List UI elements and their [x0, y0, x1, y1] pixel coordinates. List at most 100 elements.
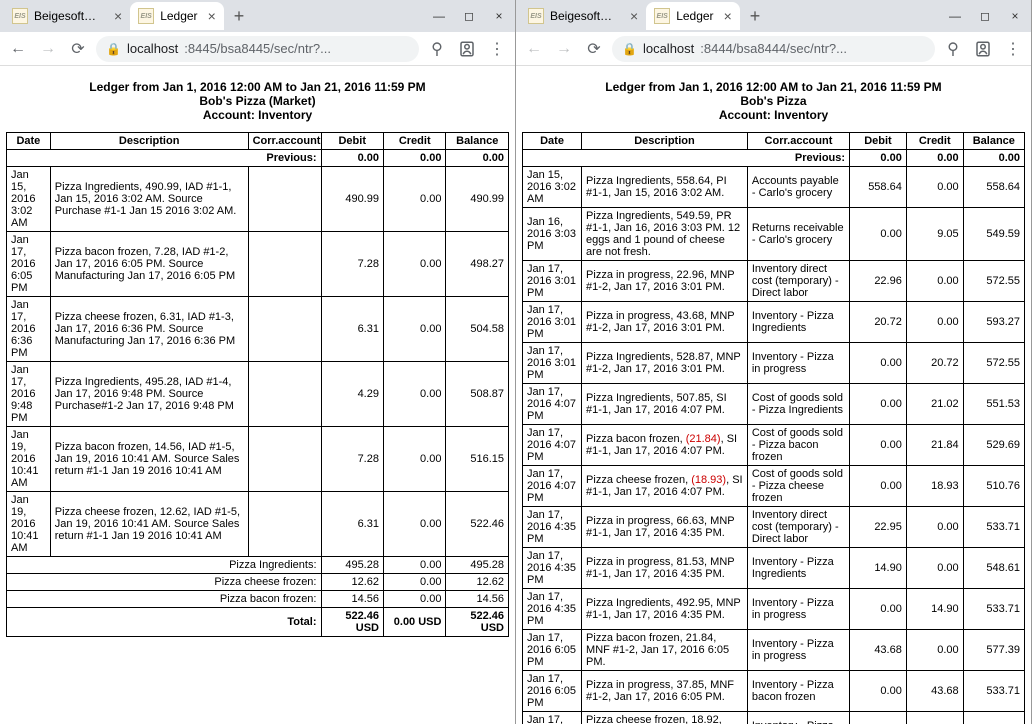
table-row: Jan 17, 2016 6:05 PMPizza bacon frozen, … — [7, 232, 509, 297]
previous-value: 0.00 — [963, 150, 1024, 167]
cell-credit: 43.68 — [906, 671, 963, 712]
close-button[interactable]: × — [1003, 6, 1027, 26]
cell-description: Pizza cheese frozen, 6.31, IAD #1-3, Jan… — [50, 297, 248, 362]
new-tab-button[interactable]: + — [234, 6, 245, 27]
profile-icon[interactable] — [971, 37, 995, 61]
cell-debit: 6.31 — [321, 297, 383, 362]
cell-description: Pizza Ingredients, 490.99, IAD #1-1, Jan… — [50, 167, 248, 232]
cell-description: Pizza bacon frozen, 21.84, MNF #1-2, Jan… — [582, 630, 748, 671]
minimize-button[interactable]: — — [427, 6, 451, 26]
subtotal-value: 495.28 — [446, 557, 509, 574]
table-row: Jan 17, 2016 4:35 PMPizza in progress, 8… — [523, 548, 1025, 589]
browser-tab[interactable]: EISBeigesoft™ Er× — [520, 2, 646, 30]
column-header: Balance — [446, 133, 509, 150]
address-bar[interactable]: 🔒localhost:8444/bsa8444/sec/ntr?... — [612, 36, 935, 62]
cell-description: Pizza in progress, 66.63, MNP #1-1, Jan … — [582, 507, 748, 548]
close-icon[interactable]: × — [724, 8, 732, 24]
maximize-button[interactable]: ◻ — [457, 6, 481, 26]
cell-corr-account — [248, 297, 321, 362]
subtotal-value: 0.00 — [383, 591, 445, 608]
cell-date: Jan 17, 2016 3:01 PM — [523, 343, 582, 384]
table-row: Jan 17, 2016 4:35 PMPizza Ingredients, 4… — [523, 589, 1025, 630]
cell-corr-account: Inventory direct cost (temporary) - Dire… — [747, 261, 849, 302]
subtotal-row: Pizza bacon frozen:14.560.0014.56 — [7, 591, 509, 608]
cell-credit: 21.02 — [906, 384, 963, 425]
cell-description: Pizza Ingredients, 492.95, MNP #1-1, Jan… — [582, 589, 748, 630]
reload-button[interactable]: ⟳ — [582, 37, 606, 61]
tab-label: Beigesoft™ Er — [34, 9, 104, 23]
close-button[interactable]: × — [487, 6, 511, 26]
cell-credit: 0.00 — [383, 492, 445, 557]
total-value: 522.46 USD — [321, 608, 383, 637]
cell-credit: 0.00 — [383, 427, 445, 492]
table-row: Jan 17, 2016 3:01 PMPizza Ingredients, 5… — [523, 343, 1025, 384]
cell-description: Pizza in progress, 37.85, MNF #1-2, Jan … — [582, 671, 748, 712]
column-header: Balance — [963, 133, 1024, 150]
close-icon[interactable]: × — [114, 8, 122, 24]
table-row: Jan 17, 2016 6:36 PMPizza cheese frozen,… — [7, 297, 509, 362]
cell-debit: 7.28 — [321, 232, 383, 297]
previous-value: 0.00 — [850, 150, 907, 167]
browser-tab[interactable]: EISLedger× — [646, 2, 740, 30]
cell-date: Jan 17, 2016 4:07 PM — [523, 384, 582, 425]
url-host: localhost — [127, 41, 178, 56]
cell-description: Pizza in progress, 43.68, MNP #1-2, Jan … — [582, 302, 748, 343]
cell-description: Pizza Ingredients, 549.59, PR #1-1, Jan … — [582, 208, 748, 261]
cell-credit: 0.00 — [906, 630, 963, 671]
cell-balance: 498.27 — [446, 232, 509, 297]
cell-date: Jan 16, 2016 3:03 PM — [523, 208, 582, 261]
cell-date: Jan 17, 2016 4:35 PM — [523, 589, 582, 630]
browser-tab[interactable]: EISLedger× — [130, 2, 224, 30]
address-bar[interactable]: 🔒localhost:8445/bsa8445/sec/ntr?... — [96, 36, 419, 62]
url-path: :8444/bsa8444/sec/ntr?... — [700, 41, 847, 56]
cell-date: Jan 17, 2016 9:48 PM — [7, 362, 51, 427]
cell-date: Jan 15, 2016 3:02 AM — [523, 167, 582, 208]
report-header: Ledger from Jan 1, 2016 12:00 AM to Jan … — [6, 80, 509, 122]
close-icon[interactable]: × — [630, 8, 638, 24]
cell-date: Jan 17, 2016 4:35 PM — [523, 507, 582, 548]
cell-debit: 0.00 — [850, 589, 907, 630]
titlebar: EISBeigesoft™ Er×EISLedger×+—◻× — [0, 0, 515, 32]
previous-value: 0.00 — [906, 150, 963, 167]
page-content[interactable]: Ledger from Jan 1, 2016 12:00 AM to Jan … — [516, 66, 1031, 724]
cell-debit: 37.85 — [850, 712, 907, 724]
forward-button: → — [36, 37, 60, 61]
minimize-button[interactable]: — — [943, 6, 967, 26]
favicon: EIS — [138, 8, 154, 24]
tab-label: Ledger — [676, 9, 713, 23]
column-header: Corr.account — [747, 133, 849, 150]
cell-description: Pizza in progress, 81.53, MNP #1-1, Jan … — [582, 548, 748, 589]
table-row: Jan 17, 2016 6:36 PMPizza cheese frozen,… — [523, 712, 1025, 724]
profile-icon[interactable] — [455, 37, 479, 61]
search-icon[interactable]: ⚲ — [425, 37, 449, 61]
cell-credit: 0.00 — [383, 362, 445, 427]
column-header: Debit — [850, 133, 907, 150]
cell-credit: 0.00 — [906, 302, 963, 343]
table-row: Jan 17, 2016 4:07 PMPizza bacon frozen, … — [523, 425, 1025, 466]
browser-tab[interactable]: EISBeigesoft™ Er× — [4, 2, 130, 30]
cell-description: Pizza Ingredients, 558.64, PI #1-1, Jan … — [582, 167, 748, 208]
maximize-button[interactable]: ◻ — [973, 6, 997, 26]
cell-credit: 9.05 — [906, 208, 963, 261]
cell-credit: 0.00 — [906, 167, 963, 208]
lock-icon: 🔒 — [106, 42, 121, 56]
page-content[interactable]: Ledger from Jan 1, 2016 12:00 AM to Jan … — [0, 66, 515, 724]
column-header: Description — [582, 133, 748, 150]
menu-button[interactable]: ⋮ — [485, 37, 509, 61]
cell-corr-account: Cost of goods sold - Pizza bacon frozen — [747, 425, 849, 466]
cell-description: Pizza bacon frozen, (21.84), SI #1-1, Ja… — [582, 425, 748, 466]
reload-button[interactable]: ⟳ — [66, 37, 90, 61]
cell-corr-account: Cost of goods sold - Pizza Ingredients — [747, 384, 849, 425]
back-button[interactable]: ← — [6, 37, 30, 61]
cell-debit: 43.68 — [850, 630, 907, 671]
total-value: 0.00 USD — [383, 608, 445, 637]
cell-description: Pizza cheese frozen, 12.62, IAD #1-5, Ja… — [50, 492, 248, 557]
close-icon[interactable]: × — [208, 8, 216, 24]
cell-debit: 490.99 — [321, 167, 383, 232]
menu-button[interactable]: ⋮ — [1001, 37, 1025, 61]
cell-credit: 0.00 — [383, 232, 445, 297]
browser-window-right: EISBeigesoft™ Er×EISLedger×+—◻×←→⟳🔒local… — [516, 0, 1032, 724]
search-icon[interactable]: ⚲ — [941, 37, 965, 61]
table-row: Jan 17, 2016 4:07 PMPizza Ingredients, 5… — [523, 384, 1025, 425]
new-tab-button[interactable]: + — [750, 6, 761, 27]
